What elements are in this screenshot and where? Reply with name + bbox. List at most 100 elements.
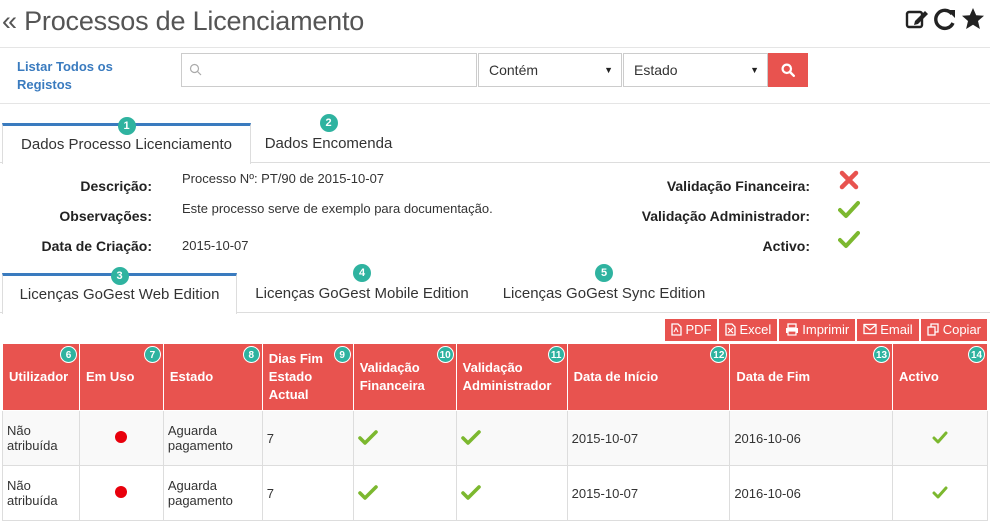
tab-sync-edition[interactable]: 5 Licenças GoGest Sync Edition: [487, 264, 721, 313]
email-button[interactable]: Email: [857, 319, 919, 341]
description-label: Descrição:: [80, 178, 152, 194]
tab-label: Licenças GoGest Sync Edition: [502, 285, 706, 302]
column-header-financial-validation[interactable]: 10 Validação Financeira: [352, 343, 457, 411]
print-button[interactable]: Imprimir: [779, 319, 856, 341]
cell-end-date: 2016-10-06: [729, 410, 894, 466]
column-header-start-date[interactable]: 12 Data de Início: [566, 343, 731, 411]
cell-active: [892, 465, 988, 521]
field-select[interactable]: Estado ▼: [623, 53, 768, 87]
header-tools: [904, 6, 986, 32]
email-icon: [863, 323, 877, 335]
check-icon: [838, 229, 860, 252]
check-icon: [460, 484, 481, 500]
copy-icon: [927, 323, 939, 336]
admin-validation-label: Validação Administrador:: [641, 208, 810, 224]
column-header-state[interactable]: 8 Estado: [162, 343, 263, 411]
step-badge: 14: [968, 346, 985, 363]
filter-bar: Listar Todos os Registos Contém ▼ Estado…: [0, 48, 990, 104]
refresh-icon[interactable]: [932, 6, 958, 32]
step-badge: 2: [319, 114, 338, 132]
tab-process-data[interactable]: 1 Dados Processo Licenciamento: [2, 117, 251, 164]
step-badge: 5: [595, 264, 613, 282]
financial-validation-label: Validação Financeira:: [666, 178, 810, 194]
export-pdf-button[interactable]: PDF: [665, 319, 718, 341]
tab-mobile-edition[interactable]: 4 Licenças GoGest Mobile Edition: [237, 264, 487, 313]
description-value: Processo Nº: PT/90 de 2015-10-07: [182, 171, 385, 186]
cell-state: Aguarda pagamento: [162, 410, 263, 466]
star-icon[interactable]: [960, 6, 986, 32]
caret-down-icon: ▼: [750, 65, 759, 75]
caret-down-icon: ▼: [604, 65, 613, 75]
step-badge: 7: [143, 346, 161, 363]
status-dot-icon: [115, 485, 128, 498]
step-badge: 13: [873, 346, 891, 363]
created-label: Data de Criação:: [41, 238, 152, 254]
column-header-user[interactable]: 6 Utilizador: [2, 343, 80, 411]
check-icon: [838, 199, 860, 222]
table-row[interactable]: Não atribuída Aguarda pagamento 7 2015-1…: [2, 410, 988, 466]
cell-admin-validation: [455, 410, 568, 466]
cell-user: Não atribuída: [2, 465, 80, 521]
search-box: [181, 53, 477, 87]
export-toolbar: PDF Excel Imprimir Email Copiar: [665, 319, 987, 341]
step-badge: 11: [547, 346, 565, 363]
cell-financial-validation: [352, 410, 457, 466]
search-input[interactable]: [182, 54, 476, 86]
check-icon: [357, 484, 378, 500]
match-mode-select[interactable]: Contém ▼: [478, 53, 622, 87]
check-icon: [932, 486, 948, 498]
search-input-icon: [189, 63, 202, 76]
cell-in-use: [78, 410, 164, 466]
table-row[interactable]: Não atribuída Aguarda pagamento 7 2015-1…: [2, 465, 988, 521]
column-header-admin-validation[interactable]: 11 Validação Administrador: [455, 343, 568, 411]
tab-label: Licenças GoGest Mobile Edition: [255, 285, 469, 302]
column-header-days-left[interactable]: 9 Dias Fim Estado Actual: [261, 343, 354, 411]
column-header-end-date[interactable]: 13 Data de Fim: [729, 343, 894, 411]
check-icon: [460, 429, 481, 445]
tab-label: Dados Encomenda: [264, 135, 393, 152]
print-icon: [786, 323, 799, 336]
column-header-active[interactable]: 14 Activo: [892, 343, 988, 411]
excel-icon: [725, 323, 737, 336]
step-badge: 9: [333, 346, 351, 363]
pdf-icon: [671, 323, 683, 336]
cell-days: 7: [261, 465, 354, 521]
match-mode-value: Contém: [489, 62, 539, 78]
step-badge: 12: [710, 346, 728, 363]
check-icon: [932, 431, 948, 443]
step-badge: 4: [353, 264, 371, 282]
step-badge: 3: [110, 267, 129, 285]
cell-in-use: [78, 465, 164, 521]
edit-icon[interactable]: [904, 6, 930, 32]
status-dot-icon: [115, 430, 128, 443]
tab-web-edition[interactable]: 3 Licenças GoGest Web Edition: [2, 267, 237, 314]
cell-days: 7: [261, 410, 354, 466]
cell-user: Não atribuída: [2, 410, 80, 466]
search-button[interactable]: [768, 53, 808, 87]
cell-state: Aguarda pagamento: [162, 465, 263, 521]
cell-active: [892, 410, 988, 466]
page-header: « Processos de Licenciamento: [0, 0, 990, 48]
observations-value: Este processo serve de exemplo para docu…: [182, 201, 493, 216]
export-excel-button[interactable]: Excel: [719, 319, 778, 341]
list-all-link[interactable]: Listar Todos os Registos: [17, 58, 147, 94]
cell-end-date: 2016-10-06: [729, 465, 894, 521]
step-badge: 8: [242, 346, 260, 363]
tab-order-data[interactable]: 2 Dados Encomenda: [251, 114, 406, 163]
field-select-value: Estado: [634, 62, 678, 78]
observations-label: Observações:: [59, 208, 152, 224]
cell-start-date: 2015-10-07: [566, 410, 731, 466]
cell-financial-validation: [352, 465, 457, 521]
column-header-in-use[interactable]: 7 Em Uso: [78, 343, 164, 411]
cell-start-date: 2015-10-07: [566, 465, 731, 521]
tab-label: Dados Processo Licenciamento: [21, 136, 232, 153]
check-icon: [357, 429, 378, 445]
tab-label: Licenças GoGest Web Edition: [19, 286, 220, 303]
cell-admin-validation: [455, 465, 568, 521]
step-badge: 10: [436, 346, 454, 363]
licenses-table: 6 Utilizador 7 Em Uso 8 Estado 9 Dias Fim Es…: [2, 343, 988, 521]
copy-button[interactable]: Copiar: [920, 319, 987, 341]
table-header-row: 6 Utilizador 7 Em Uso 8 Estado 9 Dias Fim Es…: [2, 343, 988, 411]
page-title[interactable]: « Processos de Licenciamento: [2, 6, 364, 37]
main-tabs: 1 Dados Processo Licenciamento 2 Dados E…: [0, 114, 990, 164]
